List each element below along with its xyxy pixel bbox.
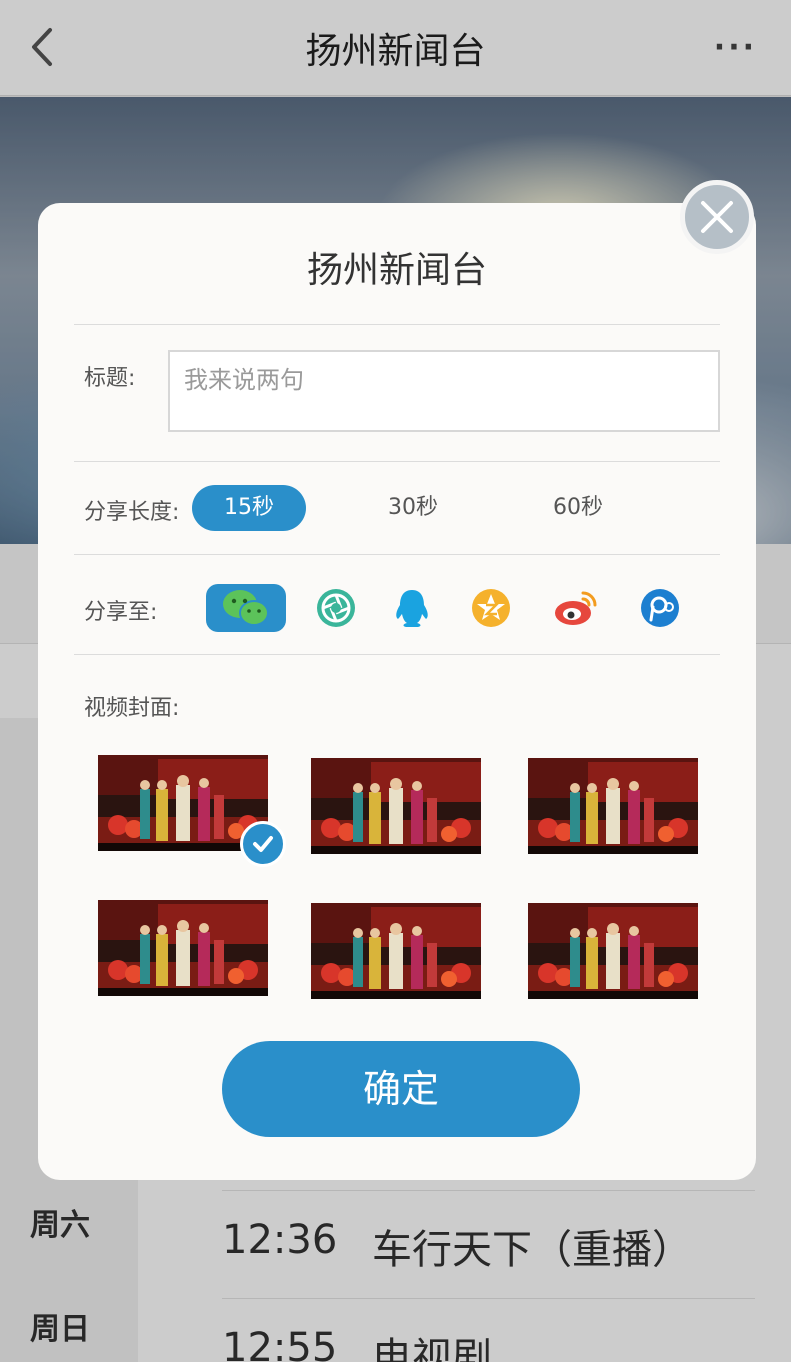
share-qq-button[interactable] xyxy=(372,584,452,632)
cover-thumbnail-3[interactable] xyxy=(528,758,698,854)
moments-icon xyxy=(317,589,355,627)
duration-15s-button[interactable]: 15秒 xyxy=(192,485,306,531)
divider xyxy=(74,554,720,555)
share-to-label: 分享至: xyxy=(84,600,158,625)
check-icon xyxy=(253,836,273,852)
share-dialog: 扬州新闻台 标题: 分享长度: 15秒 30秒 60秒 分享至: xyxy=(38,203,756,1180)
cover-thumbnail-2[interactable] xyxy=(311,758,481,854)
title-input[interactable] xyxy=(168,350,720,432)
share-qzone-button[interactable] xyxy=(451,584,531,632)
weibo-icon xyxy=(555,591,597,625)
share-wechat-button[interactable] xyxy=(206,584,286,632)
close-button[interactable] xyxy=(680,180,754,254)
cover-thumbnail-5[interactable] xyxy=(311,903,481,999)
divider xyxy=(74,461,720,462)
share-moments-button[interactable] xyxy=(296,584,376,632)
cover-label: 视频封面: xyxy=(84,696,180,721)
close-icon xyxy=(701,201,733,233)
selected-check-badge xyxy=(240,821,286,867)
share-tencent-weibo-button[interactable] xyxy=(620,584,700,632)
wechat-icon xyxy=(223,590,269,626)
divider xyxy=(74,654,720,655)
dialog-title: 扬州新闻台 xyxy=(306,250,487,291)
divider xyxy=(74,324,720,325)
duration-label: 分享长度: xyxy=(84,500,180,525)
cover-thumbnail-6[interactable] xyxy=(528,903,698,999)
duration-60s-button[interactable]: 60秒 xyxy=(521,485,635,531)
confirm-button[interactable]: 确定 xyxy=(222,1041,580,1137)
duration-30s-button[interactable]: 30秒 xyxy=(356,485,470,531)
title-label: 标题: xyxy=(84,366,136,391)
share-weibo-button[interactable] xyxy=(536,584,616,632)
tencent-weibo-icon xyxy=(641,589,679,627)
cover-thumbnail-4[interactable] xyxy=(98,900,268,996)
qzone-icon xyxy=(472,589,510,627)
qq-icon xyxy=(396,590,428,627)
